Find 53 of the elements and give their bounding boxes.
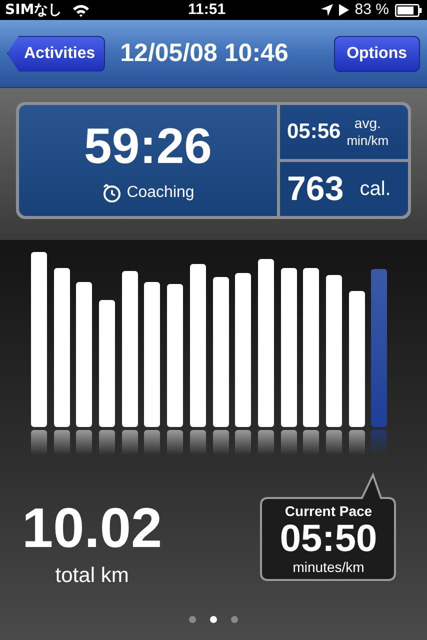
bar-reflection: [326, 430, 342, 455]
back-button[interactable]: Activities: [7, 36, 106, 72]
avg-pace-value: 05:56: [287, 119, 341, 146]
current-pace-title: Current Pace: [284, 504, 372, 518]
bar-reflection: [31, 430, 47, 455]
bar-reflection: [235, 430, 252, 455]
bar-reflection: [212, 430, 228, 455]
bar-reflection: [348, 430, 365, 455]
battery-percent: 83 %: [354, 0, 389, 20]
split-bar[interactable]: [303, 268, 320, 427]
split-bar[interactable]: [235, 273, 252, 427]
bar-reflection: [167, 430, 184, 455]
bar-reflection: [190, 430, 206, 455]
current-pace-value: 05:50: [280, 520, 378, 558]
split-bar[interactable]: [326, 274, 342, 427]
bar-reflection: [54, 430, 70, 455]
options-button[interactable]: Options: [334, 36, 420, 72]
avg-label: avg.: [354, 115, 381, 133]
bar-reflection: [122, 430, 138, 455]
location-arrow-icon: [320, 4, 333, 16]
distance-value: 10.02: [22, 500, 162, 556]
split-bar[interactable]: [280, 268, 297, 427]
duration-value: 59:26: [84, 121, 212, 171]
bar-reflection: [99, 430, 116, 455]
calories-value: 763: [287, 168, 344, 210]
bar-reflection: [371, 430, 388, 455]
split-bar[interactable]: [99, 300, 116, 427]
bar-reflection: [76, 430, 92, 455]
split-bar[interactable]: [212, 276, 228, 427]
calories-unit: cal.: [360, 177, 391, 202]
carrier-name: SIMなし: [5, 0, 62, 20]
current-pace-unit: minutes/km: [292, 560, 364, 574]
clock: 11:51: [188, 0, 226, 20]
wifi-icon: [72, 4, 90, 16]
bar-reflection: [258, 430, 274, 455]
split-bar[interactable]: [190, 264, 206, 427]
bar-reflection: [303, 430, 320, 455]
split-bar[interactable]: [258, 258, 274, 427]
play-icon: [338, 4, 349, 16]
split-bar[interactable]: [122, 271, 138, 427]
split-bar[interactable]: [54, 268, 70, 427]
bar-reflection: [280, 430, 297, 455]
split-bar[interactable]: [144, 282, 160, 427]
split-bar[interactable]: [76, 282, 92, 427]
split-bar[interactable]: [348, 290, 365, 427]
battery-icon: [395, 4, 422, 16]
pace-unit: min/km: [346, 132, 389, 149]
timer-icon: [102, 183, 122, 203]
distance-unit: total km: [55, 563, 129, 589]
mode-label: Coaching: [126, 183, 194, 203]
split-bar[interactable]: [167, 284, 184, 427]
screen-title: 12/05/08 10:46: [120, 38, 288, 69]
bar-reflection: [144, 430, 160, 455]
